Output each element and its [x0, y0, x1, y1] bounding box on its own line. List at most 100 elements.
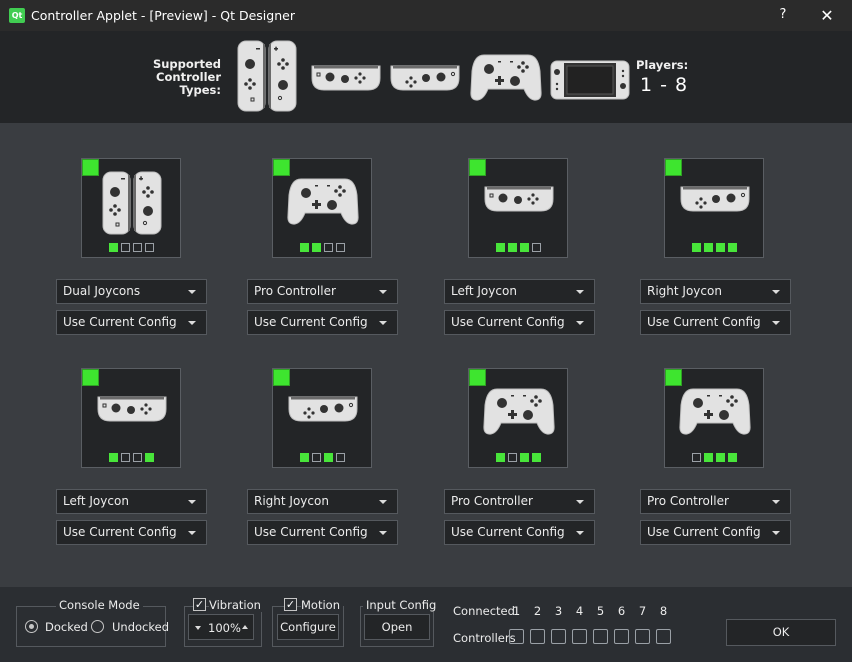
dropdown-arrow-icon — [576, 290, 584, 294]
controller-type-select-value: Left Joycon — [451, 284, 517, 298]
player-leds — [665, 243, 763, 252]
player-4-controller-type-select[interactable]: Right Joycon — [640, 279, 791, 304]
dual-joycons-icon — [237, 40, 297, 112]
left-joycon-icon — [97, 396, 167, 422]
led — [703, 243, 713, 252]
led — [691, 243, 701, 252]
player-3-controller-type-select[interactable]: Left Joycon — [444, 279, 595, 304]
led — [108, 453, 118, 462]
open-input-config-button[interactable]: Open — [364, 614, 430, 640]
dropdown-arrow-icon — [576, 321, 584, 325]
docked-label[interactable]: Docked — [45, 620, 88, 634]
led — [311, 243, 321, 252]
player-6-config-select[interactable]: Use Current Config — [247, 520, 398, 545]
docked-radio[interactable] — [25, 620, 38, 633]
configure-button[interactable]: Configure — [277, 614, 339, 640]
right-joycon-icon — [390, 65, 460, 91]
player-8-controller-type-select[interactable]: Pro Controller — [640, 489, 791, 514]
led — [311, 453, 321, 462]
player-number-label: 3 — [554, 604, 563, 618]
controller-art — [675, 381, 755, 445]
player-4-config-select[interactable]: Use Current Config — [640, 310, 791, 335]
player-7-controller-type-select[interactable]: Pro Controller — [444, 489, 595, 514]
led — [120, 453, 130, 462]
led — [335, 243, 345, 252]
player-number-label: 6 — [617, 604, 626, 618]
led — [144, 453, 154, 462]
config-select-value: Use Current Config — [451, 315, 565, 329]
controller-art — [479, 171, 559, 235]
spin-down-icon[interactable] — [195, 626, 201, 630]
player-leds — [273, 243, 371, 252]
player-2-card — [272, 158, 372, 258]
player-1-card — [81, 158, 181, 258]
led — [323, 453, 333, 462]
vibration-value: 100% — [208, 621, 241, 635]
controller-type-select-value: Pro Controller — [647, 494, 729, 508]
led — [727, 243, 737, 252]
vibration-label[interactable]: Vibration — [209, 598, 264, 612]
dropdown-arrow-icon — [576, 500, 584, 504]
player-2-config-select[interactable]: Use Current Config — [247, 310, 398, 335]
led — [144, 243, 154, 252]
dropdown-arrow-icon — [379, 290, 387, 294]
controller-art — [283, 171, 363, 235]
undocked-radio[interactable] — [91, 620, 104, 633]
player-7-config-select[interactable]: Use Current Config — [444, 520, 595, 545]
motion-label[interactable]: Motion — [301, 598, 343, 612]
led — [495, 453, 505, 462]
player-5-card — [81, 368, 181, 468]
input-config-title: Input Config — [363, 598, 440, 612]
pro-controller-icon — [679, 388, 751, 435]
controller-type-select-value: Right Joycon — [254, 494, 329, 508]
player-6-controller-type-select[interactable]: Right Joycon — [247, 489, 398, 514]
player-1-config-select[interactable]: Use Current Config — [56, 310, 207, 335]
config-select-value: Use Current Config — [451, 525, 565, 539]
player-2-connected-box — [530, 629, 545, 644]
player-2-controller-type-select[interactable]: Pro Controller — [247, 279, 398, 304]
undocked-label[interactable]: Undocked — [112, 620, 169, 634]
controller-art — [675, 171, 755, 235]
player-1-controller-type-select[interactable]: Dual Joycons — [56, 279, 207, 304]
controllers-label: Controllers — [453, 631, 516, 645]
config-select-value: Use Current Config — [647, 315, 761, 329]
pro-controller-icon — [470, 54, 542, 101]
led — [299, 453, 309, 462]
ok-button[interactable]: OK — [726, 619, 836, 646]
config-select-value: Use Current Config — [647, 525, 761, 539]
spin-up-icon[interactable] — [242, 625, 248, 629]
player-8-config-select[interactable]: Use Current Config — [640, 520, 791, 545]
vibration-checkbox[interactable]: ✓ — [193, 598, 206, 611]
led — [335, 453, 345, 462]
led — [507, 243, 517, 252]
led — [531, 243, 541, 252]
pro-controller-icon — [483, 388, 555, 435]
player-7-card — [468, 368, 568, 468]
player-4-connected-box — [572, 629, 587, 644]
dropdown-arrow-icon — [772, 531, 780, 535]
console-mode-title: Console Mode — [56, 598, 143, 612]
left-joycon-icon — [484, 186, 554, 212]
handheld-icon — [550, 60, 630, 100]
player-5-config-select[interactable]: Use Current Config — [56, 520, 207, 545]
player-3-config-select[interactable]: Use Current Config — [444, 310, 595, 335]
player-7-connected-box — [635, 629, 650, 644]
help-button[interactable]: ? — [774, 7, 792, 25]
led — [727, 453, 737, 462]
vibration-spinbox[interactable]: 100% — [188, 614, 254, 640]
bottom-bar: Console Mode Docked Undocked ✓ Vibration… — [0, 587, 852, 662]
dropdown-arrow-icon — [576, 531, 584, 535]
controller-type-select-value: Pro Controller — [254, 284, 336, 298]
controller-type-select-value: Right Joycon — [647, 284, 722, 298]
motion-checkbox[interactable]: ✓ — [284, 598, 297, 611]
config-select-value: Use Current Config — [63, 525, 177, 539]
led — [519, 453, 529, 462]
led — [120, 243, 130, 252]
led — [531, 453, 541, 462]
led — [691, 453, 701, 462]
supported-types-label: Supported Controller Types: — [150, 58, 221, 97]
right-joycon-icon — [680, 186, 750, 212]
close-button[interactable]: ✕ — [812, 4, 842, 28]
player-5-controller-type-select[interactable]: Left Joycon — [56, 489, 207, 514]
player-leds — [82, 243, 180, 252]
